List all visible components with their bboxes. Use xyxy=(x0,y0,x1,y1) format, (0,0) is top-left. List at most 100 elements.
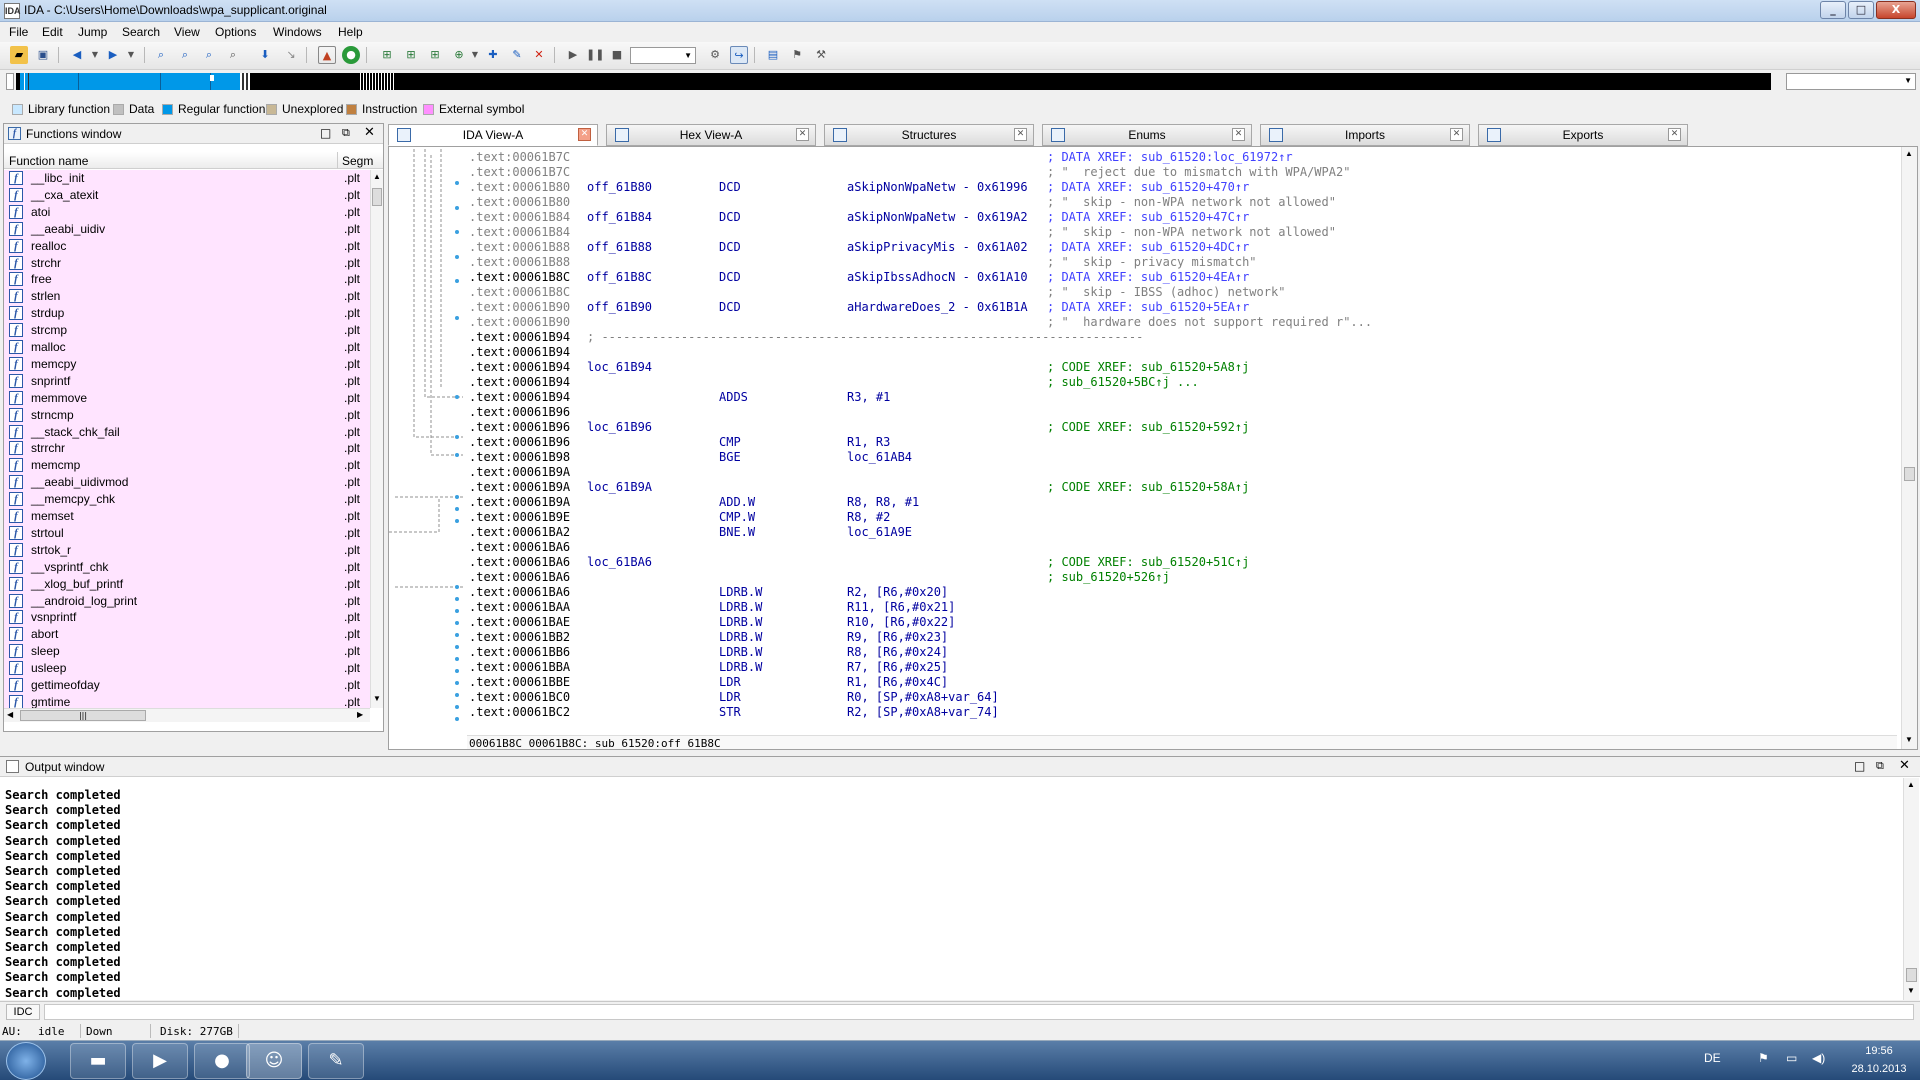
forward-arrow-icon[interactable]: ▶ xyxy=(104,46,122,64)
play-icon[interactable]: ▶ xyxy=(564,46,582,64)
disasm-line[interactable]: .text:00061B7C ; DATA XREF: sub_61520:loc… xyxy=(469,150,1889,165)
operand[interactable]: R2, [SP,#0xA8+var_74] xyxy=(847,705,999,720)
idc-language-button[interactable]: IDC xyxy=(6,1004,40,1020)
search-next-icon[interactable]: ⌕ xyxy=(224,46,242,64)
function-row[interactable]: f memcmp .plt xyxy=(4,457,370,474)
idc-command-input[interactable] xyxy=(44,1004,1914,1020)
function-row[interactable]: f memmove .plt xyxy=(4,390,370,407)
disasm-line[interactable]: .text:00061B7C ; " reject due to mismatch… xyxy=(469,165,1889,180)
function-row[interactable]: f vsnprintf .plt xyxy=(4,609,370,626)
functions-vscrollbar[interactable]: ▲ ▼ xyxy=(370,170,383,708)
menu-edit[interactable]: Edit xyxy=(42,25,63,39)
disasm-line[interactable]: .text:00061BA6 LDRB.W R2, [R6,#0x20] xyxy=(469,585,1889,600)
tab-imports[interactable]: Imports ✕ xyxy=(1260,124,1470,146)
function-row[interactable]: f gettimeofday .plt xyxy=(4,677,370,694)
function-row[interactable]: f malloc .plt xyxy=(4,339,370,356)
language-indicator[interactable]: DE xyxy=(1704,1051,1721,1065)
disasm-line[interactable]: .text:00061B94 ; sub_61520+5BC↑j ... xyxy=(469,375,1889,390)
back-dropdown-icon[interactable]: ▼ xyxy=(86,46,104,64)
disasm-line[interactable]: .text:00061B90 off_61B90 DCD aHardwareDoes_… xyxy=(469,300,1889,315)
stop-icon[interactable]: ■ xyxy=(608,46,626,64)
function-row[interactable]: f __stack_chk_fail .plt xyxy=(4,424,370,441)
disasm-line[interactable]: .text:00061B84 ; " skip - non-WPA network… xyxy=(469,225,1889,240)
disasm-line[interactable]: .text:00061B96 xyxy=(469,405,1889,420)
menu-windows[interactable]: Windows xyxy=(273,25,322,39)
disasm-line[interactable]: .text:00061BC2 STR R2, [SP,#0xA8+var_74] xyxy=(469,705,1889,720)
operand[interactable]: loc_61A9E xyxy=(847,525,912,540)
function-row[interactable]: f atoi .plt xyxy=(4,204,370,221)
code-label[interactable]: off_61B84 xyxy=(587,210,652,225)
panel-maximize-icon[interactable]: □ xyxy=(320,126,331,140)
function-row[interactable]: f __aeabi_uidiv .plt xyxy=(4,221,370,238)
disasm-line[interactable]: .text:00061B94 ; ------------------------… xyxy=(469,330,1889,345)
hscroll-thumb[interactable]: ||| xyxy=(20,710,146,721)
disasm-line[interactable]: .text:00061BBE LDR R1, [R6,#0x4C] xyxy=(469,675,1889,690)
tab-close-icon[interactable]: ✕ xyxy=(1450,128,1463,141)
clock-time[interactable]: 19:56 xyxy=(1850,1045,1908,1057)
breakpoints-icon[interactable]: ▤ xyxy=(764,46,782,64)
menu-jump[interactable]: Jump xyxy=(78,25,107,39)
tab-structures[interactable]: Structures ✕ xyxy=(824,124,1034,146)
function-row[interactable]: f __cxa_atexit .plt xyxy=(4,187,370,204)
disasm-line[interactable]: .text:00061B80 ; " skip - non-WPA network… xyxy=(469,195,1889,210)
operand[interactable]: R8, #2 xyxy=(847,510,890,525)
function-row[interactable]: f __aeabi_uidivmod .plt xyxy=(4,474,370,491)
function-row[interactable]: f __libc_init .plt xyxy=(4,170,370,187)
tab-hex-view-a[interactable]: Hex View-A ✕ xyxy=(606,124,816,146)
search-immediate-icon[interactable]: ⌕ xyxy=(200,46,218,64)
pause-icon[interactable]: ❚❚ xyxy=(586,46,604,64)
function-row[interactable]: f strrchr .plt xyxy=(4,440,370,457)
scroll-down-icon[interactable]: ▼ xyxy=(373,694,381,703)
disasm-line[interactable]: .text:00061B90 ; " hardware does not supp… xyxy=(469,315,1889,330)
debugger-select[interactable]: ▼ xyxy=(630,47,696,64)
disasm-line[interactable]: .text:00061B96 CMP R1, R3 xyxy=(469,435,1889,450)
function-row[interactable]: f strdup .plt xyxy=(4,305,370,322)
disasm-line[interactable]: .text:00061B9A loc_61B9A ; CODE XREF: sub_… xyxy=(469,480,1889,495)
operand[interactable]: loc_61AB4 xyxy=(847,450,912,465)
create-function-icon[interactable]: ⊞ xyxy=(378,46,396,64)
panel-close-icon[interactable]: ✕ xyxy=(364,125,375,140)
attach-process-icon[interactable]: ⚙ xyxy=(706,46,724,64)
nav-band-left-handle[interactable] xyxy=(6,73,14,90)
back-arrow-icon[interactable]: ◀ xyxy=(68,46,86,64)
open-icon[interactable]: ▰ xyxy=(10,46,28,64)
column-segment[interactable]: Segm xyxy=(342,154,373,168)
disasm-line[interactable]: .text:00061B80 off_61B80 DCD aSkipNonWpaNet… xyxy=(469,180,1889,195)
disasm-line[interactable]: .text:00061BA6 xyxy=(469,540,1889,555)
function-row[interactable]: f gmtime .plt xyxy=(4,694,370,708)
function-row[interactable]: f __memcpy_chk .plt xyxy=(4,491,370,508)
disasm-line[interactable]: .text:00061B84 off_61B84 DCD aSkipNonWpaNet… xyxy=(469,210,1889,225)
start-button[interactable] xyxy=(6,1042,46,1080)
code-label[interactable]: loc_61B96 xyxy=(587,420,652,435)
add-struct-icon[interactable]: ⊞ xyxy=(426,46,444,64)
tracing-icon[interactable]: ⚒ xyxy=(812,46,830,64)
run-analysis-icon[interactable]: ● xyxy=(342,46,360,64)
function-row[interactable]: f free .plt xyxy=(4,271,370,288)
step-into-icon[interactable]: ↪ xyxy=(730,46,748,64)
disasm-line[interactable]: .text:00061BA6 ; sub_61520+526↑j xyxy=(469,570,1889,585)
disasm-line[interactable]: .text:00061B98 BGE loc_61AB4 xyxy=(469,450,1889,465)
panel-float-icon[interactable]: ⧉ xyxy=(1876,759,1884,773)
code-label[interactable]: loc_61B94 xyxy=(587,360,652,375)
volume-icon[interactable]: ◀) xyxy=(1812,1051,1825,1065)
panel-float-icon[interactable]: ⧉ xyxy=(342,126,350,140)
maximize-button[interactable]: □ xyxy=(1848,1,1874,19)
disasm-line[interactable]: .text:00061B9A xyxy=(469,465,1889,480)
operand[interactable]: R11, [R6,#0x21] xyxy=(847,600,955,615)
close-button[interactable]: X xyxy=(1876,1,1916,19)
tab-close-icon[interactable]: ✕ xyxy=(578,128,591,141)
tab-close-icon[interactable]: ✕ xyxy=(796,128,809,141)
menu-options[interactable]: Options xyxy=(215,25,256,39)
tab-enums[interactable]: Enums ✕ xyxy=(1042,124,1252,146)
scroll-thumb[interactable] xyxy=(1906,968,1917,982)
function-row[interactable]: f memset .plt xyxy=(4,508,370,525)
functions-hscrollbar[interactable]: ◀ ||| ▶ xyxy=(4,708,370,722)
tab-close-icon[interactable]: ✕ xyxy=(1668,128,1681,141)
disasm-line[interactable]: .text:00061B9A ADD.W R8, R8, #1 xyxy=(469,495,1889,510)
function-row[interactable]: f sleep .plt xyxy=(4,643,370,660)
clock-date[interactable]: 28.10.2013 xyxy=(1840,1063,1918,1075)
tab-close-icon[interactable]: ✕ xyxy=(1232,128,1245,141)
tab-exports[interactable]: Exports ✕ xyxy=(1478,124,1688,146)
function-row[interactable]: f snprintf .plt xyxy=(4,373,370,390)
code-label[interactable]: off_61B8C xyxy=(587,270,652,285)
